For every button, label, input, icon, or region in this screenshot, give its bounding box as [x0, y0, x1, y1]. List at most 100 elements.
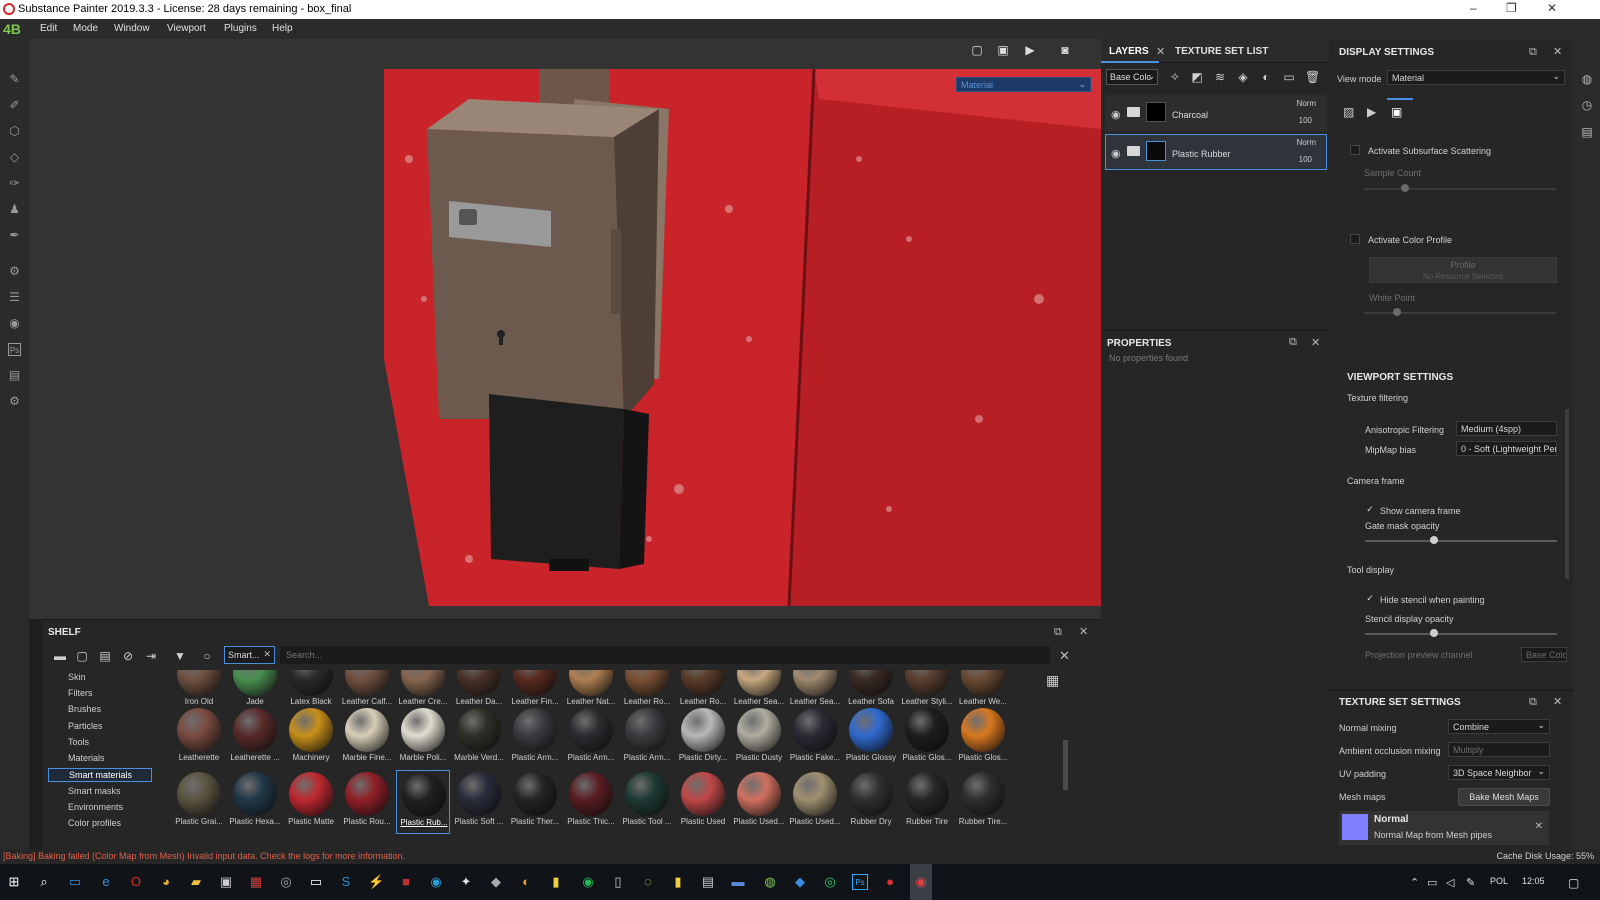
app-icon[interactable]: ■ — [398, 874, 414, 890]
photoshop-icon[interactable]: Ps — [852, 874, 868, 890]
ao-mixing-dropdown[interactable]: Multiply — [1448, 742, 1550, 757]
filter-tag[interactable]: Smart... ✕ — [224, 646, 275, 664]
chrome-icon[interactable]: ◕ — [158, 874, 174, 890]
close-button[interactable]: ✕ — [1547, 1, 1557, 15]
search-icon[interactable]: ⌕ — [36, 874, 52, 890]
plugin-icon[interactable]: ◉ — [8, 317, 21, 330]
slider-handle[interactable] — [1430, 536, 1438, 544]
material-item[interactable]: Plastic Hexa... — [228, 770, 282, 834]
add-effect-icon[interactable]: ✧ — [1168, 70, 1182, 84]
close-display-icon[interactable]: ✕ — [1553, 45, 1562, 58]
app-icon[interactable]: ◆ — [792, 874, 808, 890]
close-texset-icon[interactable]: ✕ — [1553, 695, 1562, 708]
clone-stamp-icon[interactable]: ♟ — [8, 203, 21, 216]
sample-count-slider[interactable] — [1364, 188, 1556, 190]
layer-item-selected[interactable]: ◉ Plastic Rubber Norm 100 — [1105, 134, 1327, 170]
profile-box[interactable]: Profile No Resource Selected — [1369, 257, 1557, 283]
notification-icon[interactable]: ▢ — [1568, 876, 1579, 890]
settings-icon[interactable]: ⚙ — [8, 265, 21, 278]
mipmap-dropdown[interactable]: 0 - Soft (Lightweight Per — [1456, 441, 1557, 456]
float-panel-icon[interactable]: ⧉ — [1054, 626, 1062, 639]
gear-icon[interactable]: ⚙ — [8, 395, 21, 408]
app-icon[interactable]: ▯ — [610, 874, 626, 890]
subsurface-checkbox[interactable] — [1350, 145, 1360, 155]
material-item[interactable]: Plastic Used... — [788, 770, 842, 834]
explorer-icon[interactable]: ▰ — [188, 874, 204, 890]
log-icon[interactable]: ▤ — [1580, 125, 1594, 139]
tray-chevron-icon[interactable]: ⌃ — [1410, 876, 1419, 889]
float-panel-icon[interactable]: ⧉ — [1529, 46, 1537, 59]
menu-help[interactable]: Help — [272, 23, 293, 34]
category-smart-masks[interactable]: Smart masks — [68, 786, 121, 796]
layer-opacity[interactable]: 100 — [1299, 155, 1312, 164]
viewport-mode-dropdown[interactable]: Material ⌄ — [956, 77, 1091, 92]
viewport-tab-icon[interactable]: ▣ — [1391, 105, 1402, 119]
app-icon[interactable]: ◎ — [822, 874, 838, 890]
show-camera-frame-checkbox[interactable]: ✓ — [1365, 505, 1375, 515]
material-item[interactable]: Plastic Tool ... — [620, 770, 674, 834]
environment-tab-icon[interactable]: ▨ — [1343, 105, 1354, 119]
close-properties-icon[interactable]: ✕ — [1311, 336, 1320, 349]
network-icon[interactable]: ▭ — [1427, 876, 1437, 889]
tab-texture-set-list[interactable]: TEXTURE SET LIST — [1175, 46, 1268, 57]
paint-brush-icon[interactable]: ✎ — [8, 73, 21, 86]
material-item[interactable]: Plastic Grai... — [172, 770, 226, 834]
menu-window[interactable]: Window — [114, 23, 150, 34]
category-tools[interactable]: Tools — [68, 737, 89, 747]
material-item[interactable]: Plastic Glos... — [956, 706, 1010, 770]
delete-layer-icon[interactable]: 🗑 — [1305, 70, 1320, 84]
view-3d-icon[interactable]: ▣ — [995, 43, 1011, 57]
add-folder-icon[interactable]: ▭ — [1282, 70, 1296, 84]
shelf-search-input[interactable] — [280, 646, 1050, 664]
material-item[interactable]: Plastic Glos... — [900, 706, 954, 770]
camera-icon[interactable]: ▶ — [1022, 43, 1038, 57]
app-icon[interactable]: ▦ — [248, 874, 264, 890]
category-environments[interactable]: Environments — [68, 802, 123, 812]
substance-painter-taskbar-icon[interactable]: ◉ — [910, 864, 932, 900]
uv-padding-dropdown[interactable]: 3D Space Neighbor ⌄ — [1448, 765, 1550, 780]
folder-icon[interactable]: ▬ — [53, 649, 67, 663]
close-shelf-icon[interactable]: ✕ — [1079, 625, 1088, 638]
material-item[interactable]: Leatherette ... — [228, 706, 282, 770]
minimize-button[interactable]: – — [1470, 1, 1477, 15]
app-icon[interactable]: ✦ — [458, 874, 474, 890]
remove-tag-icon[interactable]: ✕ — [263, 649, 271, 660]
slider-handle[interactable] — [1393, 308, 1401, 316]
material-item[interactable]: Rubber Dry — [844, 770, 898, 834]
app-icon[interactable]: ▮ — [670, 874, 686, 890]
stencil-opacity-slider[interactable] — [1365, 633, 1557, 635]
projection-channel-dropdown[interactable]: Base Color — [1521, 647, 1567, 662]
language-indicator[interactable]: POL — [1490, 876, 1508, 886]
photoshop-icon[interactable]: Ps — [8, 343, 21, 356]
material-item[interactable]: Plastic Used... — [732, 770, 786, 834]
add-mask-icon[interactable]: ◩ — [1190, 70, 1204, 84]
export-icon[interactable]: ⇥ — [144, 649, 158, 663]
category-filters[interactable]: Filters — [68, 688, 93, 698]
material-item[interactable]: Marble Fine... — [340, 706, 394, 770]
slider-handle[interactable] — [1401, 184, 1409, 192]
material-item[interactable]: Marble Verd... — [452, 706, 506, 770]
camera-tab-icon[interactable]: ▶ — [1367, 105, 1376, 119]
add-fill-layer-icon[interactable]: ◈ — [1236, 70, 1250, 84]
material-item[interactable]: Plastic Ther... — [508, 770, 562, 834]
material-item[interactable]: Plastic Arm... — [620, 706, 674, 770]
document-icon[interactable]: ▤ — [8, 369, 21, 382]
layer-opacity[interactable]: 100 — [1299, 116, 1312, 125]
save-icon[interactable]: ▤ — [98, 649, 112, 663]
display-settings-icon[interactable]: ◍ — [1580, 72, 1594, 86]
hide-stencil-checkbox[interactable]: ✓ — [1365, 594, 1375, 604]
slider-handle[interactable] — [1430, 629, 1438, 637]
layer-blend-mode[interactable]: Norm — [1296, 138, 1316, 147]
filter-icon[interactable]: ▼ — [173, 649, 187, 663]
app-icon[interactable]: ⚡ — [368, 874, 384, 890]
material-item[interactable]: Plastic Thic... — [564, 770, 618, 834]
material-item[interactable]: Marble Poli... — [396, 706, 450, 770]
notes-icon[interactable]: ▮ — [548, 874, 564, 890]
steam-icon[interactable]: ◎ — [278, 874, 294, 890]
normal-mixing-dropdown[interactable]: Combine ⌄ — [1448, 719, 1550, 734]
material-item[interactable]: Rubber Tire — [900, 770, 954, 834]
history-icon[interactable]: ◷ — [1580, 98, 1594, 112]
tab-layers[interactable]: LAYERS — [1109, 46, 1149, 57]
material-item[interactable]: Plastic Rou... — [340, 770, 394, 834]
app-icon[interactable]: ● — [882, 874, 898, 890]
